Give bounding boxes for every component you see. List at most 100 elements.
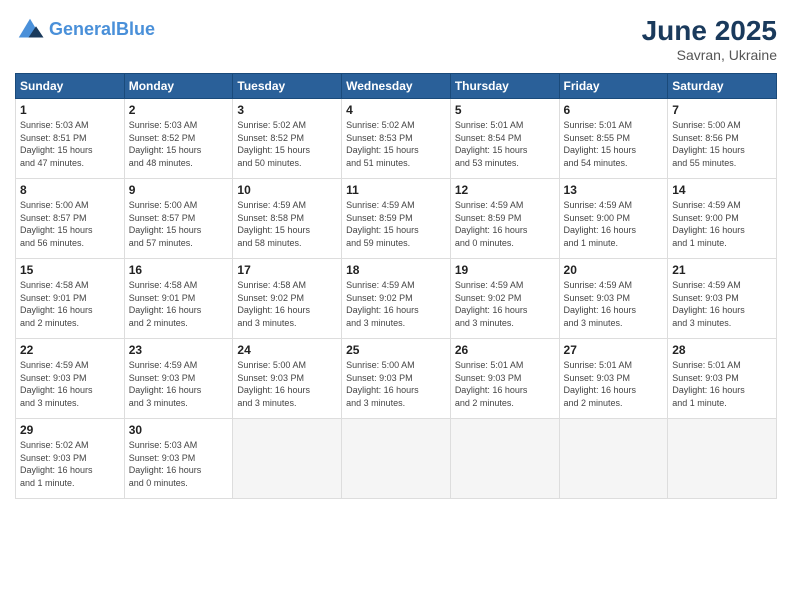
day-info: Sunrise: 5:02 AM Sunset: 9:03 PM Dayligh… — [20, 439, 120, 489]
day-number: 23 — [129, 343, 229, 357]
day-number: 3 — [237, 103, 337, 117]
location: Savran, Ukraine — [642, 47, 777, 63]
logo-text: GeneralBlue — [49, 20, 155, 40]
day-info: Sunrise: 4:59 AM Sunset: 8:59 PM Dayligh… — [455, 199, 555, 249]
table-row: 5Sunrise: 5:01 AM Sunset: 8:54 PM Daylig… — [450, 99, 559, 179]
col-friday: Friday — [559, 74, 668, 99]
table-row — [450, 419, 559, 499]
day-number: 8 — [20, 183, 120, 197]
month-year: June 2025 — [642, 15, 777, 47]
day-number: 13 — [564, 183, 664, 197]
day-number: 14 — [672, 183, 772, 197]
day-info: Sunrise: 5:00 AM Sunset: 8:56 PM Dayligh… — [672, 119, 772, 169]
table-row: 11 Sunrise: 4:59 AM Sunset: 8:59 PM Dayli… — [342, 179, 451, 259]
day-number: 1 — [20, 103, 120, 117]
day-number: 11 — [346, 183, 446, 197]
day-number: 19 — [455, 263, 555, 277]
col-sunday: Sunday — [16, 74, 125, 99]
table-row: 1 Sunrise: 5:03 AM Sunset: 8:51 PM Daylig… — [16, 99, 125, 179]
calendar-week-row: 15 Sunrise: 4:58 AM Sunset: 9:01 PM Dayli… — [16, 259, 777, 339]
day-number: 21 — [672, 263, 772, 277]
day-info: Sunrise: 5:01 AM Sunset: 9:03 PM Dayligh… — [455, 359, 555, 409]
day-info: Sunrise: 4:58 AM Sunset: 9:01 PM Dayligh… — [20, 279, 120, 329]
day-info: Sunrise: 4:59 AM Sunset: 9:03 PM Dayligh… — [20, 359, 120, 409]
day-info: Sunrise: 4:58 AM Sunset: 9:02 PM Dayligh… — [237, 279, 337, 329]
col-tuesday: Tuesday — [233, 74, 342, 99]
col-thursday: Thursday — [450, 74, 559, 99]
day-info: Sunrise: 5:00 AM Sunset: 9:03 PM Dayligh… — [346, 359, 446, 409]
calendar-week-row: 29 Sunrise: 5:02 AM Sunset: 9:03 PM Dayli… — [16, 419, 777, 499]
table-row: 29 Sunrise: 5:02 AM Sunset: 9:03 PM Dayli… — [16, 419, 125, 499]
day-info: Sunrise: 5:03 AM Sunset: 8:52 PM Dayligh… — [129, 119, 229, 169]
table-row: 19 Sunrise: 4:59 AM Sunset: 9:02 PM Dayli… — [450, 259, 559, 339]
calendar-header-row: Sunday Monday Tuesday Wednesday Thursday… — [16, 74, 777, 99]
day-number: 26 — [455, 343, 555, 357]
day-info: Sunrise: 5:02 AM Sunset: 8:52 PM Dayligh… — [237, 119, 337, 169]
table-row: 25 Sunrise: 5:00 AM Sunset: 9:03 PM Dayli… — [342, 339, 451, 419]
day-number: 10 — [237, 183, 337, 197]
table-row: 7Sunrise: 5:00 AM Sunset: 8:56 PM Daylig… — [668, 99, 777, 179]
col-wednesday: Wednesday — [342, 74, 451, 99]
day-info: Sunrise: 5:03 AM Sunset: 9:03 PM Dayligh… — [129, 439, 229, 489]
table-row: 3 Sunrise: 5:02 AM Sunset: 8:52 PM Daylig… — [233, 99, 342, 179]
table-row: 18 Sunrise: 4:59 AM Sunset: 9:02 PM Dayli… — [342, 259, 451, 339]
table-row: 28Sunrise: 5:01 AM Sunset: 9:03 PM Dayli… — [668, 339, 777, 419]
day-number: 15 — [20, 263, 120, 277]
table-row: 21 Sunrise: 4:59 AM Sunset: 9:03 PM Dayli… — [668, 259, 777, 339]
day-info: Sunrise: 5:00 AM Sunset: 8:57 PM Dayligh… — [129, 199, 229, 249]
day-number: 16 — [129, 263, 229, 277]
table-row: 8Sunrise: 5:00 AM Sunset: 8:57 PM Daylig… — [16, 179, 125, 259]
day-number: 30 — [129, 423, 229, 437]
table-row — [559, 419, 668, 499]
day-number: 9 — [129, 183, 229, 197]
day-number: 29 — [20, 423, 120, 437]
table-row: 14 Sunrise: 4:59 AM Sunset: 9:00 PM Dayli… — [668, 179, 777, 259]
table-row: 26 Sunrise: 5:01 AM Sunset: 9:03 PM Dayli… — [450, 339, 559, 419]
day-number: 22 — [20, 343, 120, 357]
day-info: Sunrise: 4:59 AM Sunset: 9:00 PM Dayligh… — [564, 199, 664, 249]
table-row: 9 Sunrise: 5:00 AM Sunset: 8:57 PM Daylig… — [124, 179, 233, 259]
day-number: 20 — [564, 263, 664, 277]
table-row: 17 Sunrise: 4:58 AM Sunset: 9:02 PM Dayli… — [233, 259, 342, 339]
table-row: 12 Sunrise: 4:59 AM Sunset: 8:59 PM Dayli… — [450, 179, 559, 259]
day-info: Sunrise: 4:59 AM Sunset: 9:03 PM Dayligh… — [672, 279, 772, 329]
day-info: Sunrise: 4:59 AM Sunset: 9:02 PM Dayligh… — [455, 279, 555, 329]
day-info: Sunrise: 4:59 AM Sunset: 9:00 PM Dayligh… — [672, 199, 772, 249]
day-info: Sunrise: 5:03 AM Sunset: 8:51 PM Dayligh… — [20, 119, 120, 169]
table-row: 10 Sunrise: 4:59 AM Sunset: 8:58 PM Dayli… — [233, 179, 342, 259]
day-info: Sunrise: 4:59 AM Sunset: 8:59 PM Dayligh… — [346, 199, 446, 249]
table-row — [342, 419, 451, 499]
calendar-week-row: 22 Sunrise: 4:59 AM Sunset: 9:03 PM Dayli… — [16, 339, 777, 419]
day-number: 4 — [346, 103, 446, 117]
day-info: Sunrise: 5:02 AM Sunset: 8:53 PM Dayligh… — [346, 119, 446, 169]
day-number: 25 — [346, 343, 446, 357]
table-row: 22 Sunrise: 4:59 AM Sunset: 9:03 PM Dayli… — [16, 339, 125, 419]
header: GeneralBlue June 2025 Savran, Ukraine — [15, 15, 777, 63]
day-info: Sunrise: 4:58 AM Sunset: 9:01 PM Dayligh… — [129, 279, 229, 329]
table-row: 20 Sunrise: 4:59 AM Sunset: 9:03 PM Dayli… — [559, 259, 668, 339]
calendar-table: Sunday Monday Tuesday Wednesday Thursday… — [15, 73, 777, 499]
day-info: Sunrise: 5:00 AM Sunset: 9:03 PM Dayligh… — [237, 359, 337, 409]
logo-line1: General — [49, 19, 116, 39]
table-row — [668, 419, 777, 499]
col-monday: Monday — [124, 74, 233, 99]
title-block: June 2025 Savran, Ukraine — [642, 15, 777, 63]
table-row: 16 Sunrise: 4:58 AM Sunset: 9:01 PM Dayli… — [124, 259, 233, 339]
table-row: 30 Sunrise: 5:03 AM Sunset: 9:03 PM Dayli… — [124, 419, 233, 499]
day-number: 17 — [237, 263, 337, 277]
table-row: 24Sunrise: 5:00 AM Sunset: 9:03 PM Dayli… — [233, 339, 342, 419]
day-info: Sunrise: 5:01 AM Sunset: 9:03 PM Dayligh… — [672, 359, 772, 409]
logo-line2: Blue — [116, 19, 155, 39]
day-number: 18 — [346, 263, 446, 277]
page: GeneralBlue June 2025 Savran, Ukraine Su… — [0, 0, 792, 612]
day-number: 12 — [455, 183, 555, 197]
day-info: Sunrise: 4:59 AM Sunset: 9:02 PM Dayligh… — [346, 279, 446, 329]
day-info: Sunrise: 5:01 AM Sunset: 8:55 PM Dayligh… — [564, 119, 664, 169]
col-saturday: Saturday — [668, 74, 777, 99]
logo-icon — [15, 15, 45, 45]
day-info: Sunrise: 5:01 AM Sunset: 9:03 PM Dayligh… — [564, 359, 664, 409]
day-info: Sunrise: 4:59 AM Sunset: 8:58 PM Dayligh… — [237, 199, 337, 249]
day-info: Sunrise: 4:59 AM Sunset: 9:03 PM Dayligh… — [564, 279, 664, 329]
day-number: 27 — [564, 343, 664, 357]
day-info: Sunrise: 5:01 AM Sunset: 8:54 PM Dayligh… — [455, 119, 555, 169]
